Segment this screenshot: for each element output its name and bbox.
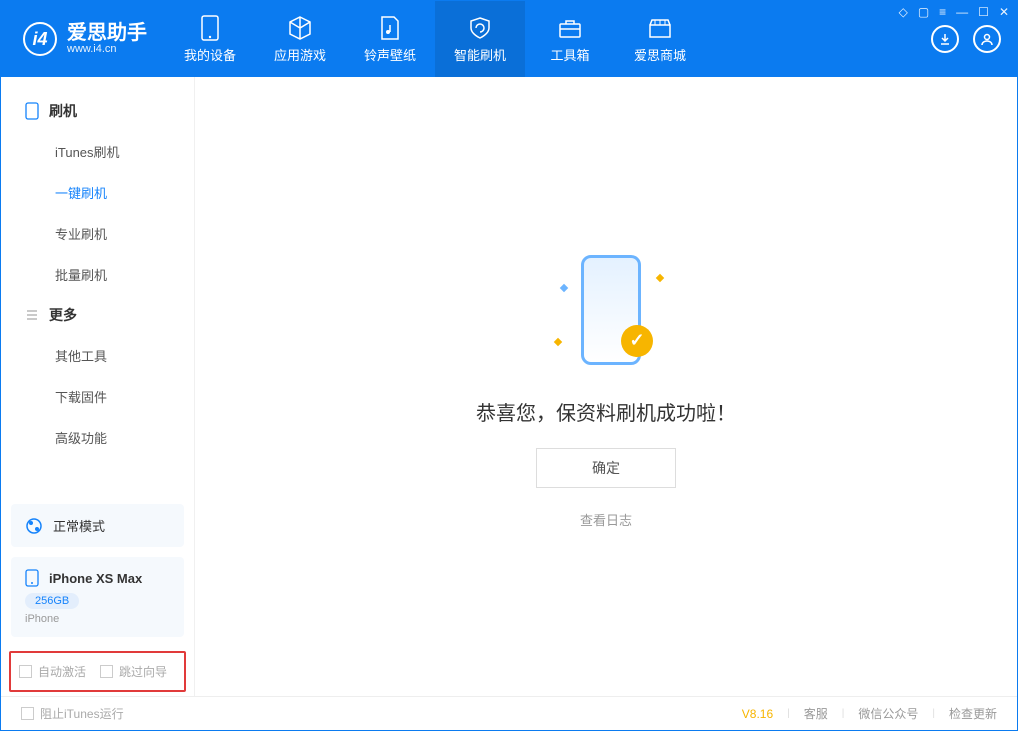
- sidebar-section-more[interactable]: 更多: [1, 295, 194, 335]
- close-icon[interactable]: ✕: [999, 5, 1009, 19]
- nav-toolbox[interactable]: 工具箱: [525, 1, 615, 77]
- nav-label: 铃声壁纸: [364, 45, 416, 64]
- music-file-icon: [377, 15, 403, 41]
- maximize-icon[interactable]: ☐: [978, 5, 989, 19]
- sidebar-cards: 正常模式 iPhone XS Max 256GB iPhone: [1, 494, 194, 647]
- sidebar-item-batch-flash[interactable]: 批量刷机: [1, 254, 194, 295]
- success-message: 恭喜您，保资料刷机成功啦！: [476, 397, 736, 426]
- checkbox-icon: [100, 665, 113, 678]
- checkbox-label: 阻止iTunes运行: [40, 705, 124, 722]
- footer-link-wechat[interactable]: 微信公众号: [858, 705, 918, 722]
- mode-icon: [25, 517, 43, 535]
- success-illustration: ✓: [541, 245, 671, 375]
- nav-store[interactable]: 爱思商城: [615, 1, 705, 77]
- nav-my-device[interactable]: 我的设备: [165, 1, 255, 77]
- app-window: ◇ ▢ ≡ — ☐ ✕ i4 爱思助手 www.i4.cn 我的设备 应用游戏: [0, 0, 1018, 731]
- mode-label: 正常模式: [53, 516, 105, 535]
- nav-apps-games[interactable]: 应用游戏: [255, 1, 345, 77]
- section-title: 刷机: [49, 101, 77, 121]
- device-capacity: 256GB: [25, 593, 79, 609]
- minimize-icon[interactable]: —: [956, 5, 968, 19]
- nav-label: 智能刷机: [454, 45, 506, 64]
- header: i4 爱思助手 www.i4.cn 我的设备 应用游戏 铃声壁纸 智能刷机: [1, 1, 1017, 77]
- checkbox-icon: [19, 665, 32, 678]
- skin-icon[interactable]: ▢: [918, 5, 929, 19]
- footer: 阻止iTunes运行 V8.16 | 客服 | 微信公众号 | 检查更新: [1, 696, 1017, 730]
- checkbox-label: 跳过向导: [119, 663, 167, 680]
- menu-icon[interactable]: ≡: [939, 5, 946, 19]
- window-controls: ◇ ▢ ≡ — ☐ ✕: [899, 5, 1009, 19]
- sidebar-item-download-firmware[interactable]: 下载固件: [1, 376, 194, 417]
- app-name-cn: 爱思助手: [67, 23, 147, 43]
- footer-link-support[interactable]: 客服: [804, 705, 828, 722]
- app-name-en: www.i4.cn: [67, 43, 147, 55]
- download-button[interactable]: [931, 25, 959, 53]
- sidebar-item-pro-flash[interactable]: 专业刷机: [1, 213, 194, 254]
- device-icon: [25, 569, 39, 587]
- device-type: iPhone: [25, 613, 170, 625]
- store-icon: [647, 15, 673, 41]
- phone-icon: [25, 102, 39, 120]
- nav-label: 应用游戏: [274, 45, 326, 64]
- cube-icon: [287, 15, 313, 41]
- highlight-options: 自动激活 跳过向导: [9, 651, 186, 692]
- body: 刷机 iTunes刷机 一键刷机 专业刷机 批量刷机 更多 其他工具 下载固件 …: [1, 77, 1017, 696]
- sidebar-section-flash[interactable]: 刷机: [1, 91, 194, 131]
- nav-label: 工具箱: [550, 45, 589, 64]
- mode-card[interactable]: 正常模式: [11, 504, 184, 547]
- checkbox-auto-activate[interactable]: 自动激活: [19, 663, 86, 680]
- checkbox-icon: [21, 707, 34, 720]
- sidebar-item-itunes-flash[interactable]: iTunes刷机: [1, 131, 194, 172]
- check-icon: ✓: [621, 325, 653, 357]
- checkbox-skip-wizard[interactable]: 跳过向导: [100, 663, 167, 680]
- section-title: 更多: [49, 305, 77, 325]
- nav-ringtone-wallpaper[interactable]: 铃声壁纸: [345, 1, 435, 77]
- version-label: V8.16: [742, 707, 773, 721]
- top-nav: 我的设备 应用游戏 铃声壁纸 智能刷机 工具箱 爱思商城: [165, 1, 705, 77]
- refresh-shield-icon: [467, 15, 493, 41]
- device-icon: [197, 15, 223, 41]
- main-content: ✓ 恭喜您，保资料刷机成功啦！ 确定 查看日志: [195, 77, 1017, 696]
- sidebar-item-other-tools[interactable]: 其他工具: [1, 335, 194, 376]
- logo-icon: i4: [23, 22, 57, 56]
- checkbox-block-itunes[interactable]: 阻止iTunes运行: [21, 705, 124, 722]
- nav-label: 我的设备: [184, 45, 236, 64]
- sidebar-item-advanced[interactable]: 高级功能: [1, 417, 194, 458]
- nav-label: 爱思商城: [634, 45, 686, 64]
- feedback-icon[interactable]: ◇: [899, 5, 908, 19]
- logo[interactable]: i4 爱思助手 www.i4.cn: [1, 1, 165, 77]
- toolbox-icon: [557, 15, 583, 41]
- checkbox-label: 自动激活: [38, 663, 86, 680]
- list-icon: [25, 308, 39, 322]
- sidebar: 刷机 iTunes刷机 一键刷机 专业刷机 批量刷机 更多 其他工具 下载固件 …: [1, 77, 195, 696]
- sidebar-item-oneclick-flash[interactable]: 一键刷机: [1, 172, 194, 213]
- user-button[interactable]: [973, 25, 1001, 53]
- view-log-link[interactable]: 查看日志: [580, 510, 632, 529]
- nav-smart-flash[interactable]: 智能刷机: [435, 1, 525, 77]
- ok-button[interactable]: 确定: [536, 448, 676, 488]
- logo-text: 爱思助手 www.i4.cn: [67, 23, 147, 55]
- device-card[interactable]: iPhone XS Max 256GB iPhone: [11, 557, 184, 637]
- footer-link-update[interactable]: 检查更新: [949, 705, 997, 722]
- device-name: iPhone XS Max: [49, 571, 142, 586]
